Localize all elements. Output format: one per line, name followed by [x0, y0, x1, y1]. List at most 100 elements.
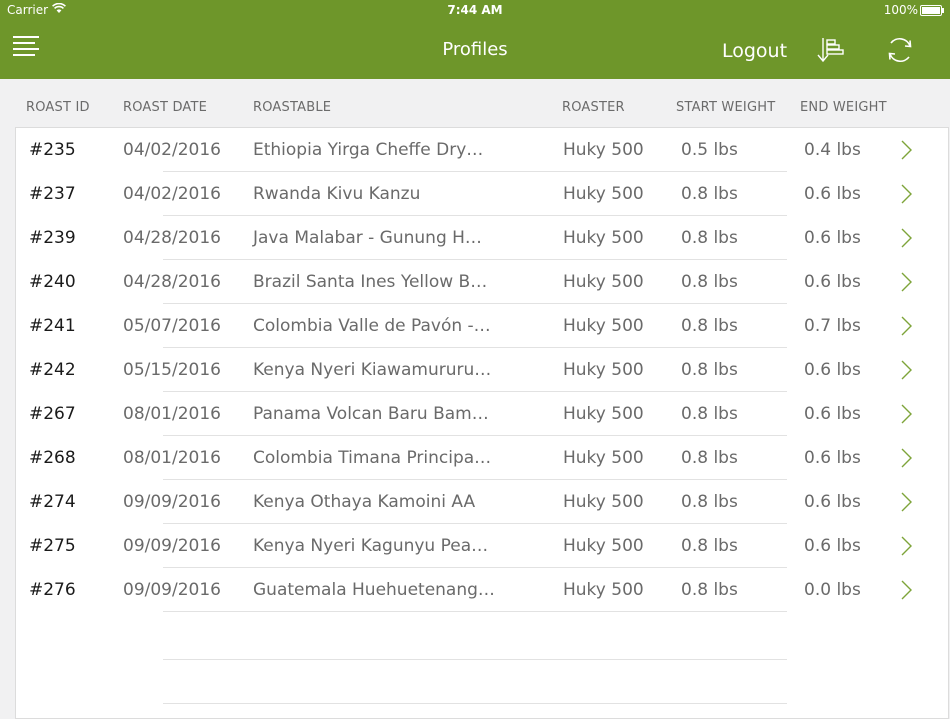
roast-date: 05/15/2016: [123, 360, 221, 380]
roast-date: 04/02/2016: [123, 184, 221, 204]
roastable: Ethiopia Yirga Cheffe Dry…: [253, 140, 484, 160]
refresh-icon[interactable]: [884, 34, 916, 66]
roast-date: 04/28/2016: [123, 272, 221, 292]
column-header-roaster[interactable]: ROASTER: [562, 100, 625, 115]
page-title: Profiles: [442, 39, 508, 60]
menu-icon[interactable]: [13, 36, 39, 56]
start-weight: 0.5 lbs: [681, 140, 738, 160]
roast-id: #274: [29, 492, 76, 512]
roaster: Huky 500: [563, 272, 644, 292]
roast-id: #267: [29, 404, 76, 424]
nav-bar: Carrier 7:44 AM 100% Profiles Logout: [0, 0, 950, 79]
table-row[interactable]: #240 04/28/2016 Brazil Santa Ines Yellow…: [16, 260, 948, 304]
chevron-right-icon: [900, 227, 914, 249]
roast-date: 09/09/2016: [123, 536, 221, 556]
roastable: Guatemala Huehuetenang…: [253, 580, 495, 600]
roast-id: #240: [29, 272, 76, 292]
end-weight: 0.6 lbs: [804, 272, 861, 292]
start-weight: 0.8 lbs: [681, 360, 738, 380]
end-weight: 0.0 lbs: [804, 580, 861, 600]
roaster: Huky 500: [563, 492, 644, 512]
roast-id: #268: [29, 448, 76, 468]
chevron-right-icon: [900, 315, 914, 337]
table-row[interactable]: #267 08/01/2016 Panama Volcan Baru Bam… …: [16, 392, 948, 436]
chevron-right-icon: [900, 403, 914, 425]
status-time: 7:44 AM: [447, 3, 503, 17]
column-header-roast-id[interactable]: ROAST ID: [26, 100, 90, 115]
end-weight: 0.6 lbs: [804, 448, 861, 468]
end-weight: 0.6 lbs: [804, 536, 861, 556]
column-header-end-weight[interactable]: END WEIGHT: [800, 100, 887, 115]
chevron-right-icon: [900, 183, 914, 205]
roastable: Java Malabar - Gunung H…: [253, 228, 482, 248]
chevron-right-icon: [900, 359, 914, 381]
roast-date: 08/01/2016: [123, 404, 221, 424]
column-header-roastable[interactable]: ROASTABLE: [253, 100, 331, 115]
start-weight: 0.8 lbs: [681, 316, 738, 336]
roaster: Huky 500: [563, 360, 644, 380]
status-bar: Carrier 7:44 AM 100%: [0, 0, 950, 20]
chevron-right-icon: [900, 491, 914, 513]
table-row[interactable]: #274 09/09/2016 Kenya Othaya Kamoini AA …: [16, 480, 948, 524]
roast-id: #242: [29, 360, 76, 380]
start-weight: 0.8 lbs: [681, 272, 738, 292]
row-divider: [163, 703, 787, 704]
column-headers: ROAST ID ROAST DATE ROASTABLE ROASTER ST…: [0, 79, 950, 127]
column-header-start-weight[interactable]: START WEIGHT: [676, 100, 775, 115]
chevron-right-icon: [900, 535, 914, 557]
roaster: Huky 500: [563, 580, 644, 600]
roastable: Colombia Valle de Pavón -…: [253, 316, 491, 336]
table-row[interactable]: #268 08/01/2016 Colombia Timana Principa…: [16, 436, 948, 480]
roast-id: #241: [29, 316, 76, 336]
end-weight: 0.6 lbs: [804, 228, 861, 248]
roast-id: #239: [29, 228, 76, 248]
chevron-right-icon: [900, 271, 914, 293]
roaster: Huky 500: [563, 184, 644, 204]
roastable: Panama Volcan Baru Bam…: [253, 404, 489, 424]
roaster: Huky 500: [563, 316, 644, 336]
table-row[interactable]: #241 05/07/2016 Colombia Valle de Pavón …: [16, 304, 948, 348]
end-weight: 0.4 lbs: [804, 140, 861, 160]
end-weight: 0.6 lbs: [804, 492, 861, 512]
roaster: Huky 500: [563, 228, 644, 248]
roastable: Rwanda Kivu Kanzu: [253, 184, 421, 204]
roaster: Huky 500: [563, 404, 644, 424]
table-row[interactable]: #235 04/02/2016 Ethiopia Yirga Cheffe Dr…: [16, 128, 948, 172]
roast-id: #276: [29, 580, 76, 600]
column-header-roast-date[interactable]: ROAST DATE: [123, 100, 207, 115]
table-row[interactable]: #242 05/15/2016 Kenya Nyeri Kiawamururu……: [16, 348, 948, 392]
roastable: Colombia Timana Principa…: [253, 448, 492, 468]
chevron-right-icon: [900, 139, 914, 161]
end-weight: 0.6 lbs: [804, 184, 861, 204]
sort-icon[interactable]: [814, 36, 846, 66]
profiles-table: #235 04/02/2016 Ethiopia Yirga Cheffe Dr…: [15, 127, 949, 719]
logout-button[interactable]: Logout: [722, 40, 787, 62]
start-weight: 0.8 lbs: [681, 448, 738, 468]
roaster: Huky 500: [563, 536, 644, 556]
row-divider: [163, 611, 787, 612]
roastable: Kenya Nyeri Kagunyu Pea…: [253, 536, 489, 556]
table-row[interactable]: #276 09/09/2016 Guatemala Huehuetenang… …: [16, 568, 948, 612]
start-weight: 0.8 lbs: [681, 492, 738, 512]
roast-date: 05/07/2016: [123, 316, 221, 336]
roast-id: #235: [29, 140, 76, 160]
roast-date: 04/28/2016: [123, 228, 221, 248]
battery-percent: 100%: [883, 3, 918, 17]
battery-icon: [920, 5, 944, 16]
end-weight: 0.6 lbs: [804, 360, 861, 380]
table-row[interactable]: #275 09/09/2016 Kenya Nyeri Kagunyu Pea……: [16, 524, 948, 568]
roast-date: 09/09/2016: [123, 492, 221, 512]
chevron-right-icon: [900, 447, 914, 469]
table-row[interactable]: #237 04/02/2016 Rwanda Kivu Kanzu Huky 5…: [16, 172, 948, 216]
end-weight: 0.6 lbs: [804, 404, 861, 424]
roaster: Huky 500: [563, 448, 644, 468]
roastable: Kenya Nyeri Kiawamururu…: [253, 360, 492, 380]
start-weight: 0.8 lbs: [681, 536, 738, 556]
roast-date: 04/02/2016: [123, 140, 221, 160]
roaster: Huky 500: [563, 140, 644, 160]
roast-id: #275: [29, 536, 76, 556]
roastable: Kenya Othaya Kamoini AA: [253, 492, 476, 512]
table-row[interactable]: #239 04/28/2016 Java Malabar - Gunung H……: [16, 216, 948, 260]
start-weight: 0.8 lbs: [681, 228, 738, 248]
roast-date: 08/01/2016: [123, 448, 221, 468]
